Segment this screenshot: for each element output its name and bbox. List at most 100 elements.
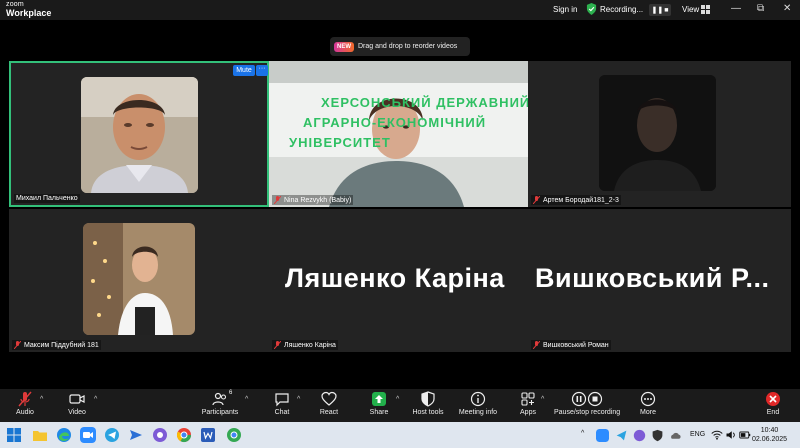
participant-name-bar: Михаил Пальченко xyxy=(14,194,80,203)
view-menu[interactable]: View xyxy=(682,5,699,14)
apps-icon xyxy=(521,392,535,406)
tray-security-icon[interactable] xyxy=(651,429,664,442)
participant-video xyxy=(81,77,198,193)
stop-recording-icon[interactable]: ■ xyxy=(664,7,668,14)
background-sign: ХЕРСОНСЬКИЙ ДЕРЖАВНИЙ АГРАРНО-ЕКОНОМІЧНИ… xyxy=(289,93,528,153)
participant-photo xyxy=(83,223,195,335)
shield-check-icon[interactable] xyxy=(586,3,597,15)
reorder-banner: NEW Drag and drop to reorder videos xyxy=(330,37,470,56)
minimize-button[interactable]: — xyxy=(731,3,741,14)
mic-muted-icon xyxy=(533,341,540,349)
chrome-profile-icon[interactable] xyxy=(226,427,242,443)
edge-browser-icon[interactable] xyxy=(56,427,72,443)
meeting-toolbar: Audio ^ Video ^ Participants 6 ^ Chat ^ … xyxy=(0,389,800,422)
video-tile-6[interactable]: Вишковський Р... Вишковський Роман xyxy=(528,209,791,352)
mic-muted-icon xyxy=(274,196,281,204)
audio-options-chevron-icon[interactable]: ^ xyxy=(40,396,43,403)
tray-viber-icon[interactable] xyxy=(633,429,646,442)
host-tools-label: Host tools xyxy=(412,409,444,416)
pause-stop-recording-button[interactable]: Pause/stop recording xyxy=(554,391,620,416)
tray-cloud-icon[interactable] xyxy=(669,429,682,442)
participants-button[interactable]: Participants xyxy=(200,391,240,416)
tray-app-icon[interactable] xyxy=(596,429,609,442)
heart-icon xyxy=(321,391,337,406)
participants-icon xyxy=(212,392,227,406)
participant-name: Nina Rezvykh (Babiy) xyxy=(284,196,352,204)
grid-view-icon[interactable] xyxy=(701,5,710,14)
restore-button[interactable]: ⧉ xyxy=(757,3,764,14)
share-options-chevron-icon[interactable]: ^ xyxy=(396,396,399,403)
info-icon xyxy=(470,391,486,407)
participant-name-bar: Вишковський Роман xyxy=(531,340,611,350)
video-button[interactable]: Video xyxy=(64,391,90,416)
background-sign-line-3: УНІВЕРСИТЕТ xyxy=(289,135,391,150)
pause-recording-icon[interactable]: ❚❚ xyxy=(652,7,664,14)
end-label: End xyxy=(766,409,780,416)
end-meeting-button[interactable]: End xyxy=(762,391,784,416)
close-window-button[interactable]: ✕ xyxy=(783,3,791,14)
shield-icon xyxy=(421,391,435,407)
battery-icon[interactable] xyxy=(739,429,751,441)
mute-participant-button[interactable]: Mute xyxy=(233,65,255,76)
wifi-icon[interactable] xyxy=(711,429,723,441)
zoom-app-icon[interactable] xyxy=(80,427,96,443)
mic-muted-icon xyxy=(533,196,540,204)
chat-button[interactable]: Chat xyxy=(270,391,294,416)
new-badge: NEW xyxy=(334,41,354,52)
meeting-info-button[interactable]: Meeting info xyxy=(456,391,500,416)
participant-name: Ляшенко Каріна xyxy=(284,341,336,349)
windows-start-icon[interactable] xyxy=(6,427,22,443)
more-button[interactable]: More xyxy=(636,391,660,416)
sign-in-link[interactable]: Sign in xyxy=(553,5,577,14)
pause-stop-icon xyxy=(571,391,603,407)
video-tile-1[interactable]: Михаил Пальченко xyxy=(9,61,269,207)
clock-date: 02.06.2025 xyxy=(752,436,788,443)
meeting-info-label: Meeting info xyxy=(458,409,498,416)
chrome-icon[interactable] xyxy=(176,427,192,443)
camera-icon xyxy=(69,394,85,404)
react-button[interactable]: React xyxy=(316,391,342,416)
volume-icon[interactable] xyxy=(725,429,737,441)
mic-muted-icon xyxy=(14,341,21,349)
video-tile-5[interactable]: Ляшенко Каріна Ляшенко Каріна xyxy=(269,209,528,352)
input-language-indicator[interactable]: ENG xyxy=(690,431,705,438)
video-tile-2[interactable]: ХЕРСОНСЬКИЙ ДЕРЖАВНИЙ АГРАРНО-ЕКОНОМІЧНИ… xyxy=(269,61,528,207)
system-clock[interactable]: 10:40 02.06.2025 xyxy=(752,426,787,444)
brand-line-2: Workplace xyxy=(6,8,52,18)
video-tile-4[interactable]: Максим Піддубний 181 xyxy=(9,209,269,352)
share-button[interactable]: Share xyxy=(366,391,392,416)
file-explorer-icon[interactable] xyxy=(32,427,48,443)
host-tools-button[interactable]: Host tools xyxy=(410,391,446,416)
participant-name-bar: Артем Бородай181_2-3 xyxy=(531,195,621,205)
participant-name: Михаил Пальченко xyxy=(16,195,78,202)
word-icon[interactable] xyxy=(200,427,216,443)
participant-name: Максим Піддубний 181 xyxy=(24,341,99,349)
telegram-icon[interactable] xyxy=(104,427,120,443)
mic-muted-icon xyxy=(274,341,281,349)
participant-display-name: Вишковський Р... xyxy=(535,263,770,293)
video-label: Video xyxy=(68,409,86,416)
video-options-chevron-icon[interactable]: ^ xyxy=(94,396,97,403)
participants-options-chevron-icon[interactable]: ^ xyxy=(245,396,248,403)
viber-icon[interactable] xyxy=(152,427,168,443)
participant-name-bar: Ляшенко Каріна xyxy=(272,340,338,350)
share-label: Share xyxy=(369,409,389,416)
tray-overflow-chevron[interactable]: ^ xyxy=(581,430,584,437)
apps-button[interactable]: Apps xyxy=(516,391,540,416)
participant-name-bar: Nina Rezvykh (Babiy) xyxy=(272,195,354,205)
audio-button[interactable]: Audio xyxy=(12,391,38,416)
participant-video xyxy=(599,75,716,191)
tray-telegram-icon[interactable] xyxy=(615,429,628,442)
background-sign-line-2: АГРАРНО-ЕКОНОМІЧНИЙ xyxy=(303,115,487,130)
recording-status: Recording... xyxy=(600,5,644,14)
participant-name: Артем Бородай181_2-3 xyxy=(543,196,619,204)
tile-more-button[interactable]: ··· xyxy=(256,65,268,76)
apps-options-chevron-icon[interactable]: ^ xyxy=(541,396,544,403)
clock-time: 10:40 xyxy=(760,427,779,434)
app-icon-blue[interactable] xyxy=(128,427,144,443)
banner-text: Drag and drop to reorder videos xyxy=(358,43,458,50)
chat-options-chevron-icon[interactable]: ^ xyxy=(297,396,300,403)
more-label: More xyxy=(640,409,656,416)
participant-name: Вишковський Роман xyxy=(543,341,609,349)
video-tile-3[interactable]: Артем Бородай181_2-3 xyxy=(528,61,791,207)
